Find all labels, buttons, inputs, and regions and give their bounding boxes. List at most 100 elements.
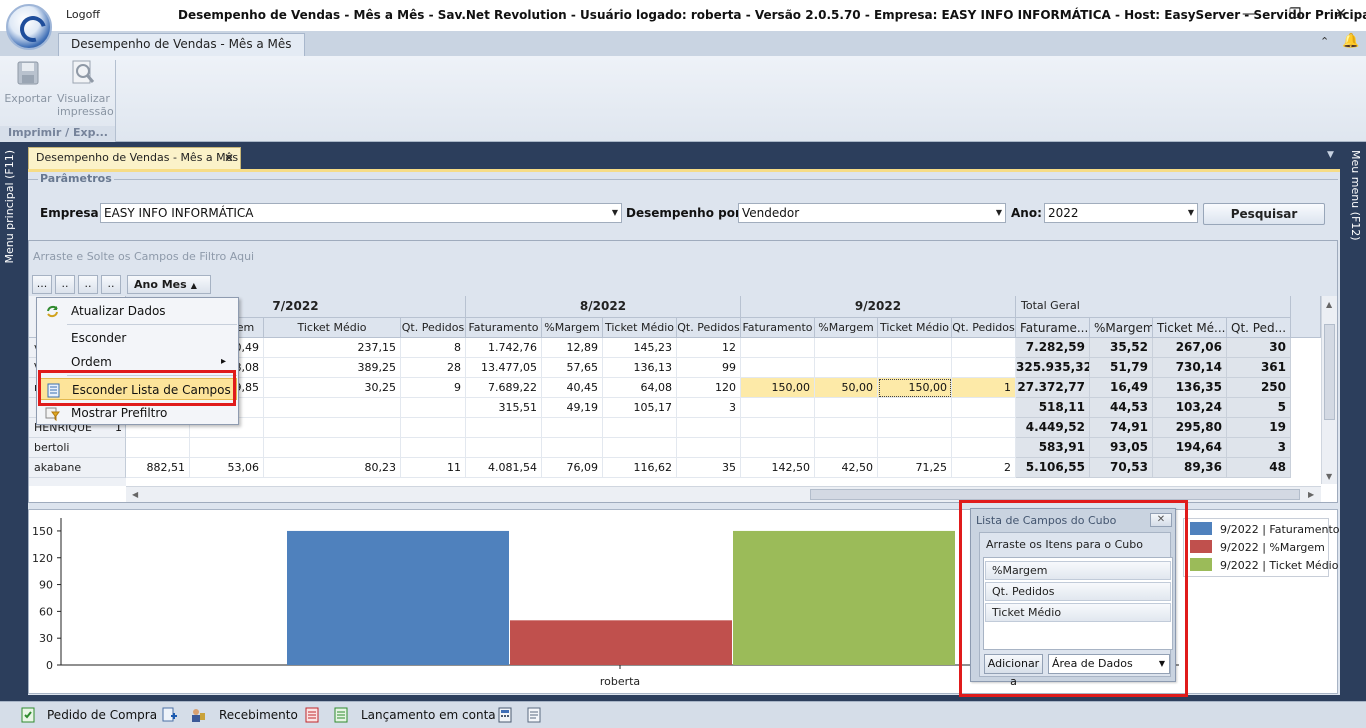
- scroll-right-icon[interactable]: ▶: [1308, 490, 1314, 499]
- scroll-up-icon[interactable]: ▲: [1326, 300, 1332, 309]
- pivot-cell[interactable]: [542, 418, 603, 438]
- pivot-cell[interactable]: [466, 438, 542, 458]
- pivot-cell[interactable]: 882,51: [126, 458, 190, 478]
- col-header-8-ticket[interactable]: Ticket Médio: [603, 318, 677, 338]
- pivot-cell[interactable]: 51,79: [1090, 358, 1153, 378]
- pivot-cell[interactable]: 70,53: [1090, 458, 1153, 478]
- field-button-1[interactable]: ...: [32, 275, 52, 294]
- pivot-cell[interactable]: 57,65: [542, 358, 603, 378]
- close-button[interactable]: ✕: [1330, 4, 1352, 24]
- pivot-cell[interactable]: 267,06: [1153, 338, 1227, 358]
- col-header-8-fat[interactable]: Faturamento: [466, 318, 542, 338]
- pivot-cell[interactable]: 16,49: [1090, 378, 1153, 398]
- pivot-cell[interactable]: [952, 358, 1016, 378]
- col-header-total-fat[interactable]: Faturame...: [1016, 318, 1090, 338]
- col-header-9-ticket[interactable]: Ticket Médio: [878, 318, 952, 338]
- red-report-icon[interactable]: [304, 707, 320, 723]
- col-header-total-margem[interactable]: %Margem: [1090, 318, 1153, 338]
- pivot-cell[interactable]: 136,13: [603, 358, 677, 378]
- pivot-cell[interactable]: [741, 338, 815, 358]
- main-menu-dock[interactable]: Menu principal (F11): [3, 150, 16, 264]
- pivot-cell[interactable]: 50,00: [815, 378, 878, 398]
- pivot-cell[interactable]: 42,50: [815, 458, 878, 478]
- pivot-cell[interactable]: 93,05: [1090, 438, 1153, 458]
- pivot-cell[interactable]: [815, 418, 878, 438]
- pivot-cell[interactable]: [84, 438, 126, 458]
- pivot-cell[interactable]: 4.081,54: [466, 458, 542, 478]
- pivot-cell[interactable]: [815, 358, 878, 378]
- col-header-9-fat[interactable]: Faturamento: [741, 318, 815, 338]
- col-header-9-margem[interactable]: %Margem: [815, 318, 878, 338]
- pivot-cell[interactable]: 3: [677, 398, 741, 418]
- pivot-cell[interactable]: [878, 358, 952, 378]
- pivot-cell[interactable]: 12: [677, 338, 741, 358]
- pivot-cell[interactable]: 80,23: [264, 458, 401, 478]
- bell-icon[interactable]: 🔔: [1342, 33, 1359, 49]
- pivot-cell[interactable]: [741, 438, 815, 458]
- pivot-cell[interactable]: 8: [401, 338, 466, 358]
- purchase-order-icon[interactable]: [20, 707, 36, 723]
- vertical-scroll-thumb[interactable]: [1324, 324, 1335, 420]
- pivot-cell[interactable]: 27.372,77: [1016, 378, 1090, 398]
- pivot-cell[interactable]: [126, 438, 190, 458]
- pivot-cell[interactable]: 74,91: [1090, 418, 1153, 438]
- pivot-cell[interactable]: 1.742,76: [466, 338, 542, 358]
- pivot-cell[interactable]: 49,19: [542, 398, 603, 418]
- pivot-cell[interactable]: 325.935,32: [1016, 358, 1090, 378]
- scroll-down-icon[interactable]: ▼: [1326, 472, 1332, 481]
- document-list-icon[interactable]: [526, 707, 542, 723]
- pivot-cell[interactable]: [603, 438, 677, 458]
- field-button-3[interactable]: ..: [78, 275, 98, 294]
- month-header-8[interactable]: 8/2022: [466, 296, 741, 318]
- pivot-cell[interactable]: 35: [677, 458, 741, 478]
- scroll-left-icon[interactable]: ◀: [132, 490, 138, 499]
- ano-mes-field-button[interactable]: Ano Mes ▲: [127, 275, 211, 294]
- pivot-cell[interactable]: 7.689,22: [466, 378, 542, 398]
- collapse-ribbon-icon[interactable]: ⌃: [1320, 35, 1329, 48]
- pivot-cell[interactable]: 5.106,55: [1016, 458, 1090, 478]
- pivot-cell[interactable]: 389,25: [264, 358, 401, 378]
- pivot-cell[interactable]: 9: [401, 378, 466, 398]
- col-header-8-qt[interactable]: Qt. Pedidos: [677, 318, 741, 338]
- pivot-cell[interactable]: [264, 438, 401, 458]
- document-dropdown-icon[interactable]: ▼: [1327, 150, 1334, 160]
- pivot-cell[interactable]: 53,06: [190, 458, 264, 478]
- pivot-cell[interactable]: 361: [1227, 358, 1291, 378]
- pivot-cell[interactable]: [190, 438, 264, 458]
- pivot-cell[interactable]: [264, 418, 401, 438]
- pivot-cell[interactable]: [878, 438, 952, 458]
- pivot-cell[interactable]: [466, 418, 542, 438]
- app-logo-icon[interactable]: [6, 4, 52, 50]
- pivot-cell[interactable]: [741, 398, 815, 418]
- month-header-9[interactable]: 9/2022: [741, 296, 1016, 318]
- col-header-8-margem[interactable]: %Margem: [542, 318, 603, 338]
- pivot-cell[interactable]: [677, 438, 741, 458]
- pivot-cell[interactable]: 30: [1227, 338, 1291, 358]
- pivot-cell[interactable]: [878, 398, 952, 418]
- search-button[interactable]: Pesquisar: [1203, 203, 1325, 225]
- add-document-icon[interactable]: [161, 707, 177, 723]
- pivot-cell[interactable]: 71,25: [878, 458, 952, 478]
- pivot-cell[interactable]: [815, 438, 878, 458]
- pivot-cell[interactable]: 583,91: [1016, 438, 1090, 458]
- pivot-cell[interactable]: 295,80: [1153, 418, 1227, 438]
- pivot-cell[interactable]: 250: [1227, 378, 1291, 398]
- pivot-cell[interactable]: 48: [1227, 458, 1291, 478]
- pivot-cell[interactable]: 194,64: [1153, 438, 1227, 458]
- pivot-cell[interactable]: [815, 398, 878, 418]
- col-header-7-ticket[interactable]: Ticket Médio: [264, 318, 401, 338]
- pivot-cell[interactable]: 145,23: [603, 338, 677, 358]
- status-item-recebimento[interactable]: Recebimento: [219, 708, 298, 722]
- pivot-cell[interactable]: 315,51: [466, 398, 542, 418]
- pivot-cell[interactable]: 518,11: [1016, 398, 1090, 418]
- ribbon-tab-desempenho[interactable]: Desempenho de Vendas - Mês a Mês: [58, 33, 305, 56]
- pivot-cell[interactable]: 136,35: [1153, 378, 1227, 398]
- pivot-cell[interactable]: 99: [677, 358, 741, 378]
- pivot-cell[interactable]: 105,17: [603, 398, 677, 418]
- pivot-cell[interactable]: 19: [1227, 418, 1291, 438]
- pivot-cell[interactable]: 730,14: [1153, 358, 1227, 378]
- pivot-cell[interactable]: 5: [1227, 398, 1291, 418]
- pivot-cell[interactable]: 35,52: [1090, 338, 1153, 358]
- ribbon-group-label[interactable]: Imprimir / Exp...: [0, 126, 116, 142]
- col-header-7-qt[interactable]: Qt. Pedidos: [401, 318, 466, 338]
